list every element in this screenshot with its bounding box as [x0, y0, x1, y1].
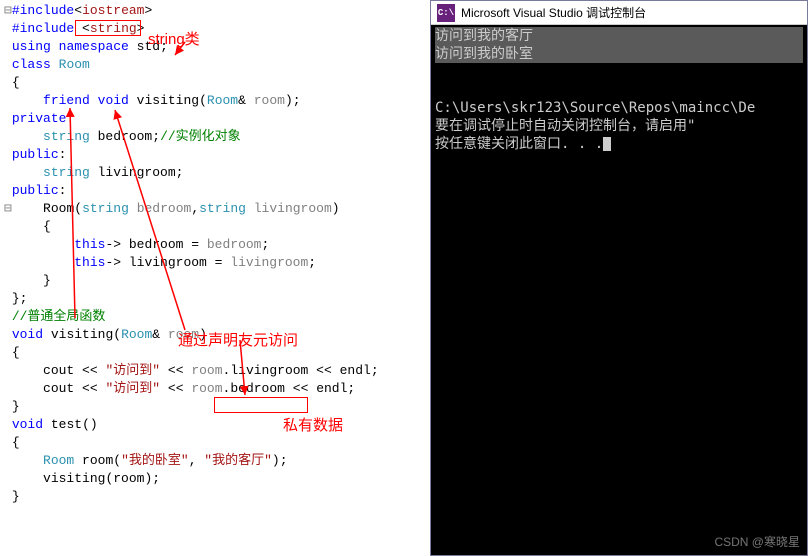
code-line[interactable]: using namespace std; [4, 38, 426, 56]
code-line[interactable]: public: [4, 146, 426, 164]
code-line[interactable]: ⊟#include<iostream> [4, 2, 426, 20]
code-line[interactable]: { [4, 344, 426, 362]
code-line[interactable]: { [4, 74, 426, 92]
console-output[interactable]: 访问到我的客厅 访问到我的卧室 C:\Users\skr123\Source\R… [431, 25, 807, 555]
code-line[interactable]: cout << "访问到" << room.livingroom << endl… [4, 362, 426, 380]
code-line[interactable]: this-> bedroom = bedroom; [4, 236, 426, 254]
console-title-text: Microsoft Visual Studio 调试控制台 [461, 4, 646, 21]
code-line[interactable]: string bedroom;//实例化对象 [4, 128, 426, 146]
console-line: C:\Users\skr123\Source\Repos\maincc\De [435, 100, 755, 116]
code-line[interactable]: cout << "访问到" << room.bedroom << endl; [4, 380, 426, 398]
code-line[interactable]: Room room("我的卧室", "我的客厅"); [4, 452, 426, 470]
console-line: 访问到我的卧室 [435, 46, 533, 62]
code-line[interactable]: } [4, 398, 426, 416]
code-line[interactable]: public: [4, 182, 426, 200]
code-line[interactable]: }; [4, 290, 426, 308]
code-line[interactable]: visiting(room); [4, 470, 426, 488]
code-line[interactable]: friend void visiting(Room& room); [4, 92, 426, 110]
code-editor[interactable]: ⊟#include<iostream> #include <string> us… [0, 0, 430, 556]
code-line[interactable]: ⊟ Room(string bedroom,string livingroom) [4, 200, 426, 218]
code-line[interactable]: void visiting(Room& room) [4, 326, 426, 344]
code-line[interactable]: //普通全局函数 [4, 308, 426, 326]
console-line: 访问到我的客厅 [435, 28, 533, 44]
console-cursor [603, 137, 611, 151]
console-titlebar[interactable]: C:\ Microsoft Visual Studio 调试控制台 [431, 1, 807, 25]
console-line: 要在调试停止时自动关闭控制台，请启用" [435, 118, 695, 134]
code-line[interactable]: string livingroom; [4, 164, 426, 182]
code-line[interactable]: { [4, 434, 426, 452]
code-line[interactable]: #include <string> [4, 20, 426, 38]
code-line[interactable]: this-> livingroom = livingroom; [4, 254, 426, 272]
watermark: CSDN @寒晓星 [714, 533, 800, 550]
code-line[interactable]: } [4, 272, 426, 290]
code-line[interactable]: } [4, 488, 426, 506]
debug-console-window: C:\ Microsoft Visual Studio 调试控制台 访问到我的客… [430, 0, 808, 556]
console-line: 按任意键关闭此窗口. . . [435, 136, 603, 152]
code-line[interactable]: { [4, 218, 426, 236]
code-line[interactable]: class Room [4, 56, 426, 74]
code-line[interactable]: void test() [4, 416, 426, 434]
code-line[interactable]: private: [4, 110, 426, 128]
visual-studio-icon: C:\ [437, 4, 455, 22]
